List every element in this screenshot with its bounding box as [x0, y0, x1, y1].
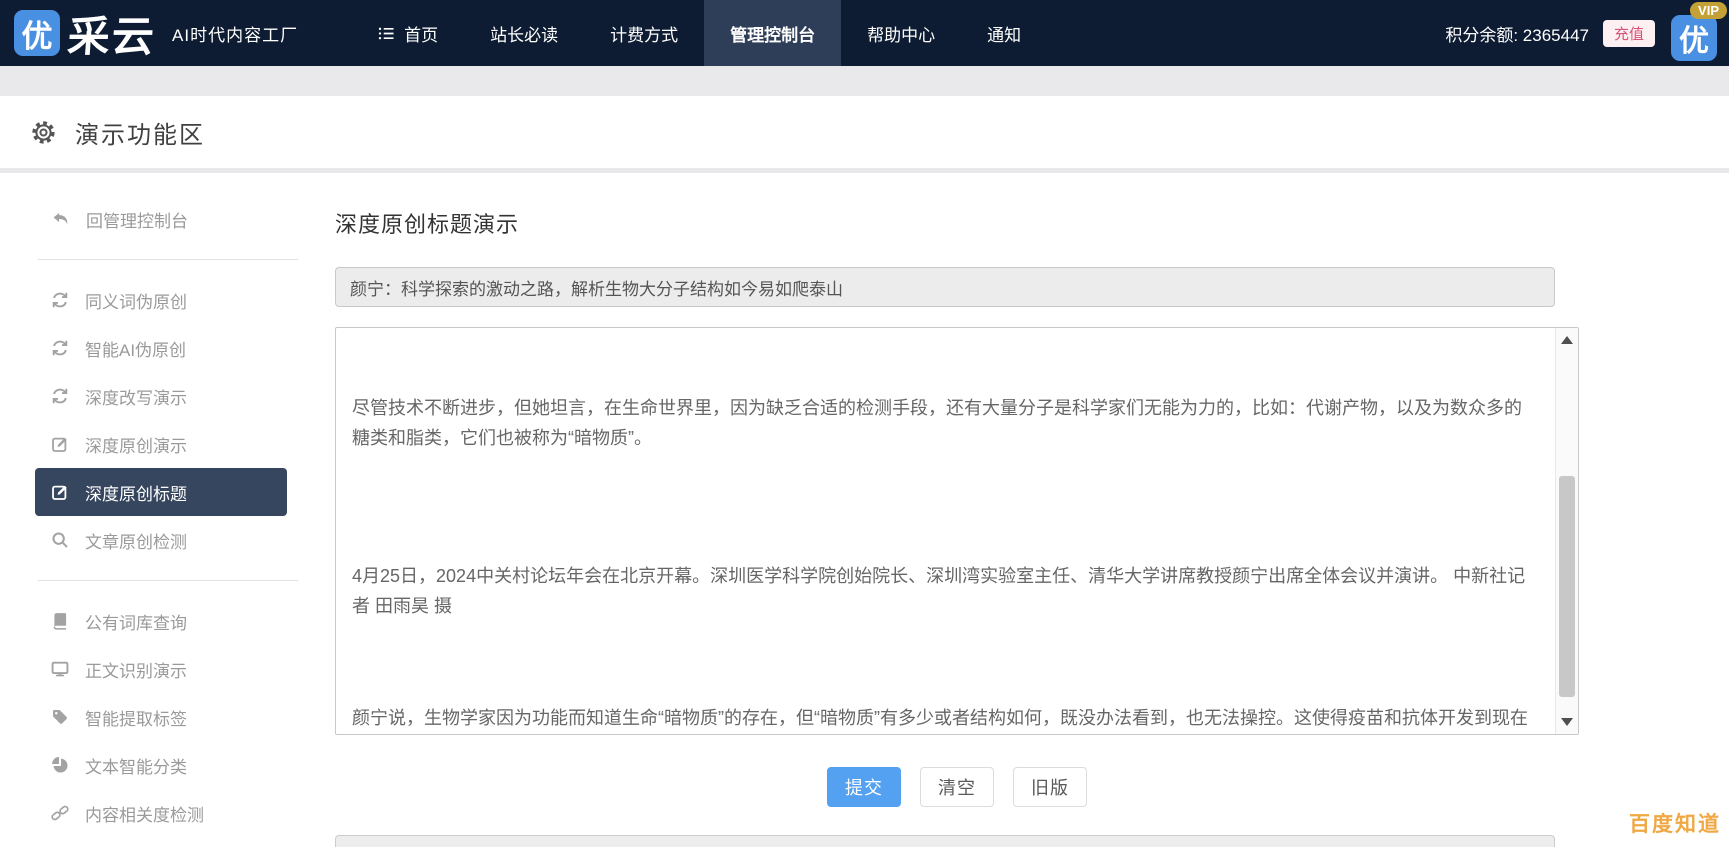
submit-button[interactable]: 提交: [827, 767, 901, 807]
sidebar-item-relevance-check[interactable]: 内容相关度检测: [35, 789, 287, 837]
tag-icon: [51, 708, 69, 726]
paragraph: 尽管技术不断进步，但她坦言，在生命世界里，因为缺乏合适的检测手段，还有大量分子是…: [352, 393, 1539, 453]
menu-item-must-read[interactable]: 站长必读: [464, 0, 584, 66]
paragraph: 4月25日，2024中关村论坛年会在北京开幕。深圳医学科学院创始院长、深圳湾实验…: [352, 561, 1539, 621]
search-icon: [51, 531, 69, 549]
sidebar-item-label: 内容相关度检测: [85, 801, 204, 826]
brand-logo-name: 采云: [66, 3, 158, 64]
monitor-icon: [51, 660, 69, 678]
paragraph: 颜宁说，生物学家因为功能而知道生命“暗物质”的存在，但“暗物质”有多少或者结构如…: [352, 703, 1539, 734]
menu-item-label: 帮助中心: [867, 21, 935, 46]
page-title: 演示功能区: [75, 115, 205, 150]
sidebar-item-label: 文本智能分类: [85, 753, 187, 778]
sidebar-divider: [38, 580, 298, 581]
brand-logo[interactable]: 优 采云 AI时代内容工厂: [14, 3, 298, 64]
sidebar-item-text-classification[interactable]: 文本智能分类: [35, 741, 287, 789]
scroll-down-arrow[interactable]: [1556, 712, 1578, 732]
sidebar-item-label: 深度改写演示: [85, 384, 187, 409]
sidebar-divider: [38, 259, 298, 260]
points-balance: 积分余额: 2365447: [1445, 21, 1589, 46]
back-arrow-icon: [51, 210, 70, 229]
avatar[interactable]: 优: [1671, 15, 1717, 61]
sidebar-item-label: 同义词伪原创: [85, 288, 187, 313]
sidebar: 回管理控制台 同义词伪原创 智能AI伪原创 深度改写演示 深度原创演示 深: [0, 173, 310, 837]
recharge-button[interactable]: 充值: [1603, 20, 1655, 47]
scrollbar-thumb[interactable]: [1559, 476, 1575, 697]
menu-item-console[interactable]: 管理控制台: [704, 0, 841, 66]
textarea-text: 尽管技术不断进步，但她坦言，在生命世界里，因为缺乏合适的检测手段，还有大量分子是…: [336, 328, 1555, 734]
sidebar-item-tag-extraction[interactable]: 智能提取标签: [35, 693, 287, 741]
next-section-edge: [335, 835, 1555, 847]
menu-item-help[interactable]: 帮助中心: [841, 0, 961, 66]
main-content: 深度原创标题演示 尽管技术不断进步，但她坦言，在生命世界里，因为缺乏合适的检测手…: [335, 173, 1579, 807]
watermark: 百度知道: [1629, 808, 1721, 838]
clear-button[interactable]: 清空: [920, 767, 994, 807]
menu-item-notice[interactable]: 通知: [961, 0, 1047, 66]
scroll-up-arrow[interactable]: [1556, 330, 1578, 350]
list-icon: [378, 25, 395, 42]
brand-logo-icon: 优: [14, 10, 60, 56]
main-menu: 首页 站长必读 计费方式 管理控制台 帮助中心 通知: [352, 0, 1047, 66]
menu-item-label: 站长必读: [490, 21, 558, 46]
sidebar-item-label: 公有词库查询: [85, 609, 187, 634]
menu-item-home[interactable]: 首页: [352, 0, 464, 66]
brand-tagline: AI时代内容工厂: [172, 21, 298, 46]
sidebar-item-label: 深度原创标题: [85, 480, 187, 505]
gear-icon: [30, 119, 57, 146]
refresh-icon: [51, 339, 69, 357]
app-root: 优 采云 AI时代内容工厂 首页 站长必读 计费方式 管理控制台 帮助中心 通知: [0, 0, 1729, 847]
sidebar-item-label: 文章原创检测: [85, 528, 187, 553]
button-row: 提交 清空 旧版: [335, 767, 1579, 807]
top-navbar: 优 采云 AI时代内容工厂 首页 站长必读 计费方式 管理控制台 帮助中心 通知: [0, 0, 1729, 66]
user-avatar-wrap: 优 VIP: [1669, 2, 1725, 64]
menu-item-billing[interactable]: 计费方式: [584, 0, 704, 66]
menu-item-label: 管理控制台: [730, 21, 815, 46]
content-textarea[interactable]: 尽管技术不断进步，但她坦言，在生命世界里，因为缺乏合适的检测手段，还有大量分子是…: [335, 327, 1579, 735]
edit-icon: [51, 435, 69, 453]
sidebar-item-originality-check[interactable]: 文章原创检测: [35, 516, 287, 564]
menu-item-label: 计费方式: [610, 21, 678, 46]
book-icon: [51, 612, 69, 630]
page-header: 演示功能区: [0, 96, 1729, 168]
legacy-version-button[interactable]: 旧版: [1013, 767, 1087, 807]
refresh-icon: [51, 387, 69, 405]
sidebar-item-deep-rewrite-demo[interactable]: 深度改写演示: [35, 372, 287, 420]
sidebar-item-label: 正文识别演示: [85, 657, 187, 682]
sidebar-item-label: 智能提取标签: [85, 705, 187, 730]
content-card: 回管理控制台 同义词伪原创 智能AI伪原创 深度改写演示 深度原创演示 深: [0, 173, 1729, 847]
sidebar-item-deep-original-title[interactable]: 深度原创标题: [35, 468, 287, 516]
sidebar-item-deep-original-demo[interactable]: 深度原创演示: [35, 420, 287, 468]
section-title: 深度原创标题演示: [335, 207, 1579, 239]
sidebar-item-public-thesaurus[interactable]: 公有词库查询: [35, 597, 287, 645]
sidebar-item-synonym-rewrite[interactable]: 同义词伪原创: [35, 276, 287, 324]
sidebar-item-body-recognition[interactable]: 正文识别演示: [35, 645, 287, 693]
sidebar-item-ai-rewrite[interactable]: 智能AI伪原创: [35, 324, 287, 372]
sidebar-item-back-to-console[interactable]: 回管理控制台: [35, 195, 287, 243]
menu-item-label: 首页: [404, 21, 438, 46]
sidebar-item-label: 回管理控制台: [86, 207, 188, 232]
title-result-input[interactable]: [335, 267, 1555, 307]
pie-chart-icon: [51, 756, 69, 774]
nav-right: 积分余额: 2365447 充值 优 VIP: [1445, 2, 1725, 64]
menu-item-label: 通知: [987, 21, 1021, 46]
sidebar-item-label: 深度原创演示: [85, 432, 187, 457]
link-icon: [51, 804, 69, 822]
vip-badge: VIP: [1690, 2, 1727, 19]
scrollbar[interactable]: [1555, 328, 1578, 734]
refresh-icon: [51, 291, 69, 309]
edit-icon: [51, 483, 69, 501]
sidebar-item-label: 智能AI伪原创: [85, 336, 186, 361]
